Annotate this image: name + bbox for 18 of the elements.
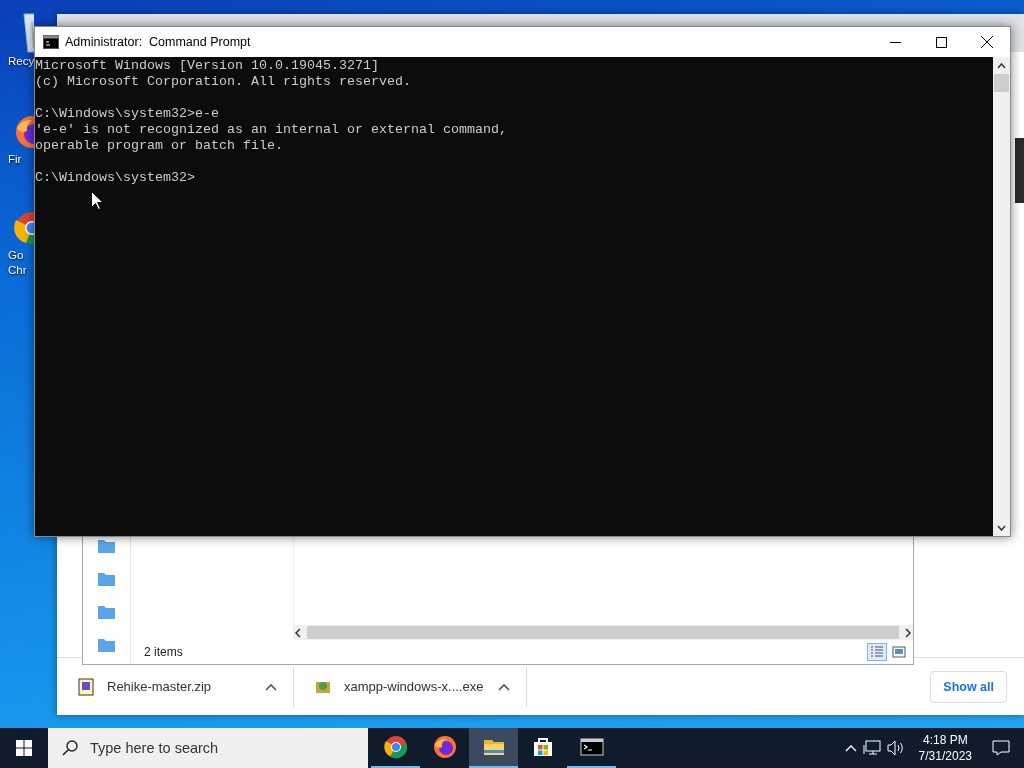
console-line: (c) Microsoft Corporation. All rights reserved. [35,74,412,90]
clock-date[interactable]: 7/31/2023 [918,748,972,764]
console-line: 'e-e' is not recognized as an internal or external command, [35,122,508,138]
console-line: operable program or batch file. [35,138,284,154]
icon-label: Go [8,248,24,263]
item-count: 2 items [144,645,183,659]
icon-label: Chr [8,263,27,278]
download-filename[interactable]: Rehike-master.zip [107,679,253,694]
clock-time[interactable]: 4:18 PM [922,732,968,748]
console-line: C:\Windows\system32>e-e [35,106,220,122]
icon-label: Recy [8,54,35,69]
console-line: C:\Windows\system32> [35,170,196,186]
search-field[interactable]: Type here to search [48,728,368,768]
console-line: Microsoft Windows [Version 10.0.19045.3271] [35,58,380,74]
download-filename[interactable]: xampp-windows-x....exe [344,679,486,694]
icon-label: Fir [8,152,22,167]
window-title: Administrator: Command Prompt [65,35,251,49]
show-all-button[interactable]: Show all [930,670,1007,703]
